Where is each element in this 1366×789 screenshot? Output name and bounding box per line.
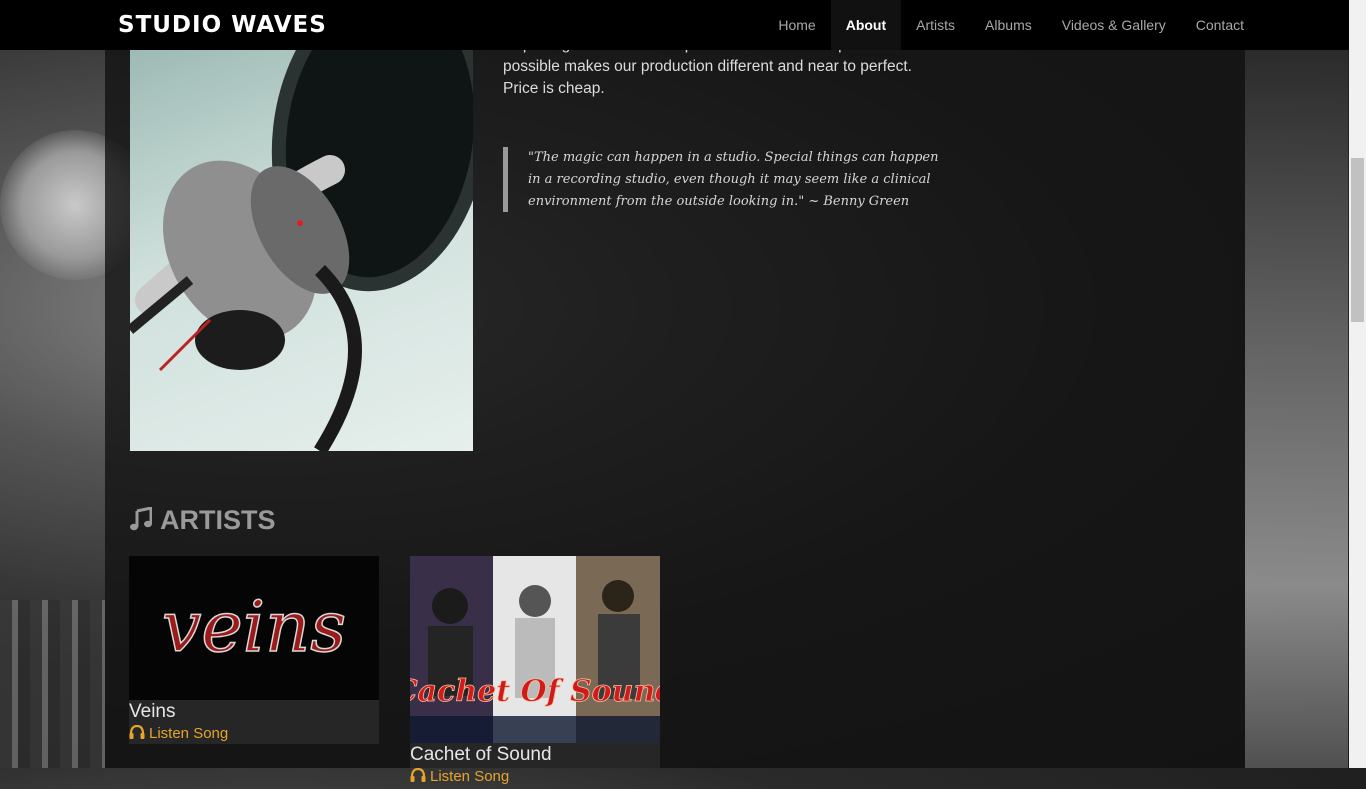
artist-card-veins[interactable]: veins Veins Listen Song (129, 556, 379, 744)
nav-albums[interactable]: Albums (970, 0, 1047, 50)
microphone-illustration (130, 40, 473, 451)
main-nav: Home About Artists Albums Videos & Galle… (763, 0, 1259, 50)
artist-name[interactable]: Cachet of Sound (410, 743, 660, 766)
nav-artists[interactable]: Artists (901, 0, 970, 50)
top-navbar: STUDIO WAVES Home About Artists Albums V… (0, 0, 1366, 50)
background-hand-blur (1245, 40, 1348, 768)
artists-heading-text: ARTISTS (160, 505, 276, 535)
artist-card-cachet-of-sound[interactable]: Cachet Of Sound Cachet of Sound Listen S… (410, 556, 660, 785)
headphones-icon (410, 767, 426, 782)
nav-home[interactable]: Home (763, 0, 830, 50)
page-scrollbar[interactable] (1349, 0, 1366, 768)
nav-contact[interactable]: Contact (1181, 0, 1259, 50)
brand-logo[interactable]: STUDIO WAVES (118, 10, 327, 40)
headphones-icon (129, 724, 145, 739)
studio-microphone-image (130, 40, 473, 451)
nav-videos-gallery[interactable]: Videos & Gallery (1047, 0, 1181, 50)
svg-text:Cachet Of Sound: Cachet Of Sound (410, 674, 660, 709)
studio-quote: "The magic can happen in a studio. Speci… (503, 147, 943, 212)
nav-about[interactable]: About (830, 0, 902, 50)
scrollbar-thumb[interactable] (1351, 158, 1364, 322)
cachet-of-sound-logo: Cachet Of Sound (410, 556, 660, 743)
artist-thumbnail[interactable]: Cachet Of Sound (410, 556, 660, 743)
music-note-icon (130, 504, 154, 540)
artist-thumbnail[interactable]: veins (129, 556, 379, 700)
listen-song-link[interactable]: Listen Song (410, 766, 660, 788)
artists-heading: ARTISTS (130, 502, 276, 540)
artist-name[interactable]: Veins (129, 700, 379, 723)
svg-text:veins: veins (162, 586, 346, 668)
veins-logo: veins (161, 585, 347, 669)
listen-song-link[interactable]: Listen Song (129, 723, 379, 745)
background-mixer-knobs (0, 600, 105, 768)
